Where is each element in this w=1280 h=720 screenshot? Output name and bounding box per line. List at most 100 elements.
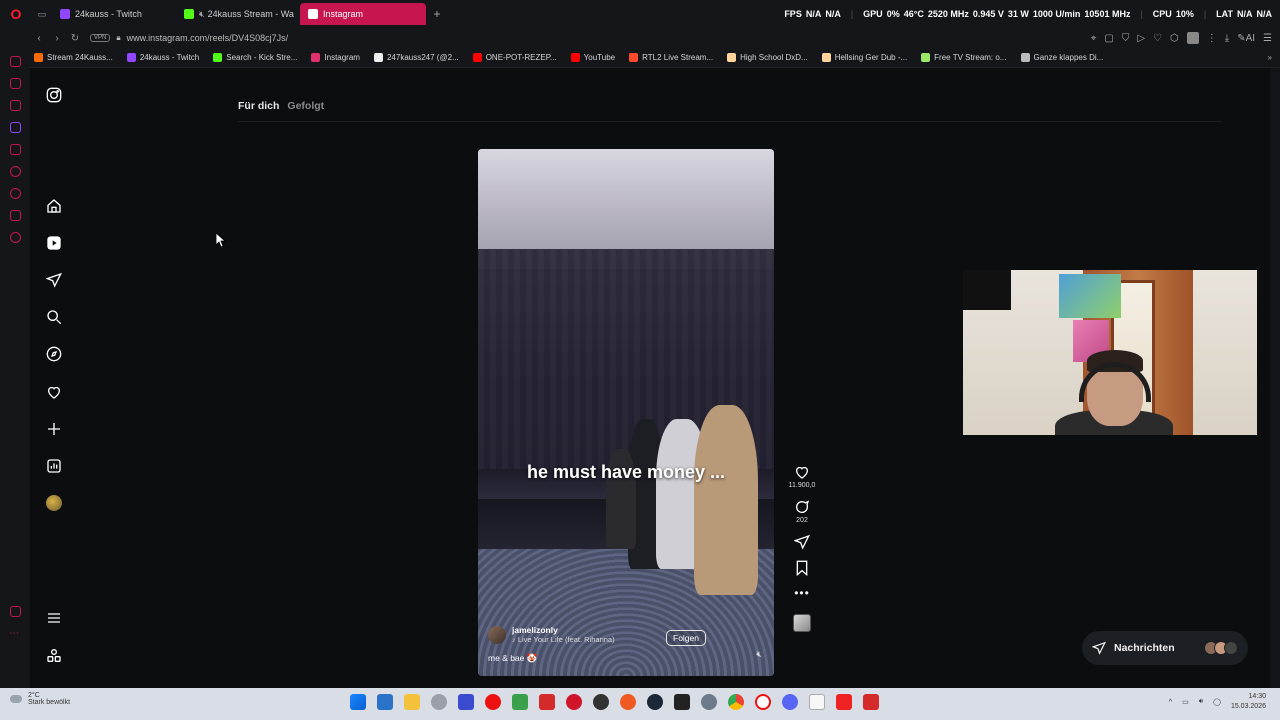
create-plus-icon[interactable] (45, 420, 63, 438)
bookmark-item[interactable]: High School DxD... (727, 53, 808, 62)
green-app-icon[interactable] (512, 694, 528, 710)
instagram-logo-icon[interactable] (45, 86, 63, 104)
extensions-icon[interactable]: ⬡ (1170, 33, 1179, 44)
reload-icon[interactable]: ↻ (66, 33, 84, 44)
profile-avatar[interactable] (1186, 32, 1199, 44)
home-icon[interactable] (45, 197, 63, 215)
bookmark-item[interactable]: Hellsing Ger Dub -... (821, 53, 907, 62)
settings-gear-icon[interactable] (701, 694, 717, 710)
tab-menu-icon[interactable]: ▭ (32, 0, 52, 28)
new-tab-button[interactable]: + (428, 7, 446, 21)
bookmark-item[interactable]: Instagram (311, 53, 360, 62)
opera-logo-icon[interactable]: O (0, 0, 32, 28)
download-icon[interactable]: ⤓ (1225, 33, 1229, 44)
menu-hamburger-icon[interactable] (45, 609, 63, 627)
bookmark-item[interactable]: Free TV Stream: o... (921, 53, 1007, 62)
chrome-icon[interactable] (728, 694, 744, 710)
bookmark-item[interactable]: RTL2 Live Stream... (629, 53, 713, 62)
lock-icon[interactable]: 🔒︎ (116, 33, 120, 43)
volume-icon[interactable]: 🔊︎ (1199, 698, 1203, 706)
sidebar-aria-icon[interactable] (10, 100, 21, 111)
network-icon[interactable]: ▭ (1182, 698, 1189, 706)
forward-icon[interactable]: › (48, 33, 66, 44)
mute-icon[interactable]: 🔇︎ (199, 9, 205, 20)
pin-icon[interactable]: ⌖ (1091, 33, 1097, 44)
snapshot-icon[interactable]: ▢ (1104, 33, 1113, 44)
sidebar-messenger-icon[interactable] (10, 78, 21, 89)
save-action[interactable] (795, 560, 809, 576)
clock[interactable]: 14:30 15.03.2026 (1231, 692, 1266, 712)
sidebar-player-icon[interactable] (10, 166, 21, 177)
direct-messages-icon[interactable] (45, 271, 63, 289)
like-action[interactable]: 11.900,0 (789, 464, 815, 489)
url-field[interactable]: www.instagram.com/reels/DV4S08cj7Js/ (127, 33, 289, 43)
bookmark-item[interactable]: 247kauss247 (@2... (373, 53, 459, 62)
tab-kick[interactable]: 🔇︎ 24kauss Stream - Wa (176, 3, 298, 25)
file-explorer-icon[interactable] (404, 694, 420, 710)
v-app-icon[interactable] (458, 694, 474, 710)
cooking-app-icon[interactable] (539, 694, 555, 710)
search-icon[interactable] (45, 308, 63, 326)
share-action[interactable] (794, 534, 810, 550)
reel-video[interactable]: he must have money ... jamelizonly ♪ Liv… (478, 149, 774, 676)
like-heart-icon[interactable] (794, 464, 810, 480)
comment-action[interactable]: 202 (794, 499, 810, 524)
obs-icon[interactable] (593, 694, 609, 710)
explore-icon[interactable] (45, 345, 63, 363)
easy-setup-icon[interactable]: ☰ (1263, 33, 1272, 44)
sidebar-more-icon[interactable]: ⋯ (9, 628, 19, 639)
bookmark-item[interactable]: 24kauss - Twitch (126, 53, 199, 62)
author-name[interactable]: jamelizonly (512, 625, 615, 635)
calculator-icon[interactable] (377, 694, 393, 710)
notepad-icon[interactable] (809, 694, 825, 710)
discord-icon[interactable] (782, 694, 798, 710)
comment-icon[interactable] (794, 499, 810, 515)
tab-following[interactable]: Gefolgt (287, 100, 324, 112)
follow-button[interactable]: Folgen (666, 630, 706, 646)
windows-start-icon[interactable] (350, 694, 366, 710)
sidebar-ai-icon[interactable] (10, 56, 21, 67)
tray-app-icon[interactable]: ◯ (1213, 698, 1221, 706)
tab-twitch[interactable]: 24kauss - Twitch (52, 3, 174, 25)
vpn-badge[interactable]: VPN (90, 34, 111, 42)
sidebar-extensions-icon[interactable] (10, 210, 21, 221)
messages-button[interactable]: Nachrichten (1082, 631, 1248, 665)
back-icon[interactable]: ‹ (30, 33, 48, 44)
tray-overflow-icon[interactable]: ^ (1169, 699, 1172, 706)
red-app-icon[interactable] (485, 694, 501, 710)
bookmark-item[interactable]: ONE-POT-REZEP... (472, 53, 557, 62)
sidebar-settings-icon[interactable] (10, 232, 21, 243)
sidebar-history-icon[interactable] (10, 188, 21, 199)
opera-gx-icon[interactable] (755, 694, 771, 710)
shield-icon[interactable]: ⛉ (1122, 33, 1130, 44)
bookmarks-overflow-icon[interactable]: » (1268, 53, 1272, 62)
heart-icon[interactable]: ♡ (1153, 33, 1162, 44)
weather-widget[interactable]: 2°C Stark bewölkt (10, 692, 70, 706)
song-title[interactable]: ♪ Live Your Life (feat. Rihanna) (512, 635, 615, 644)
play-icon[interactable]: ▷ (1137, 33, 1145, 44)
record-app-icon[interactable] (566, 694, 582, 710)
bookmark-save-icon[interactable] (795, 560, 809, 576)
sidebar-youtube-icon[interactable] (10, 144, 21, 155)
mouse-app-icon[interactable] (431, 694, 447, 710)
ai-icon[interactable]: ✎AI (1237, 33, 1255, 44)
volume-mute-icon[interactable]: 🔇︎ (756, 649, 762, 660)
bookmark-item[interactable]: YouTube (570, 53, 615, 62)
tab-for-you[interactable]: Für dich (238, 100, 279, 112)
audio-thumbnail[interactable] (793, 614, 811, 632)
tab-instagram[interactable]: Instagram (300, 3, 426, 25)
orange-app-icon[interactable] (620, 694, 636, 710)
menu-dots-icon[interactable]: ⋮ (1207, 33, 1217, 44)
terminal-icon[interactable] (674, 694, 690, 710)
reels-icon[interactable] (45, 234, 63, 252)
steam-icon[interactable] (647, 694, 663, 710)
more-options-icon[interactable]: ••• (794, 586, 810, 600)
red-bird-icon[interactable] (836, 694, 852, 710)
page-scrollbar[interactable] (1270, 68, 1280, 688)
threads-apps-icon[interactable] (45, 647, 63, 665)
more-action[interactable]: ••• (794, 586, 810, 600)
dashboard-icon[interactable] (45, 457, 63, 475)
sidebar-twitch-icon[interactable] (10, 122, 21, 133)
bookmark-item[interactable]: Ganze klappes Di... (1020, 53, 1103, 62)
sidebar-gx-icon[interactable] (10, 606, 21, 617)
